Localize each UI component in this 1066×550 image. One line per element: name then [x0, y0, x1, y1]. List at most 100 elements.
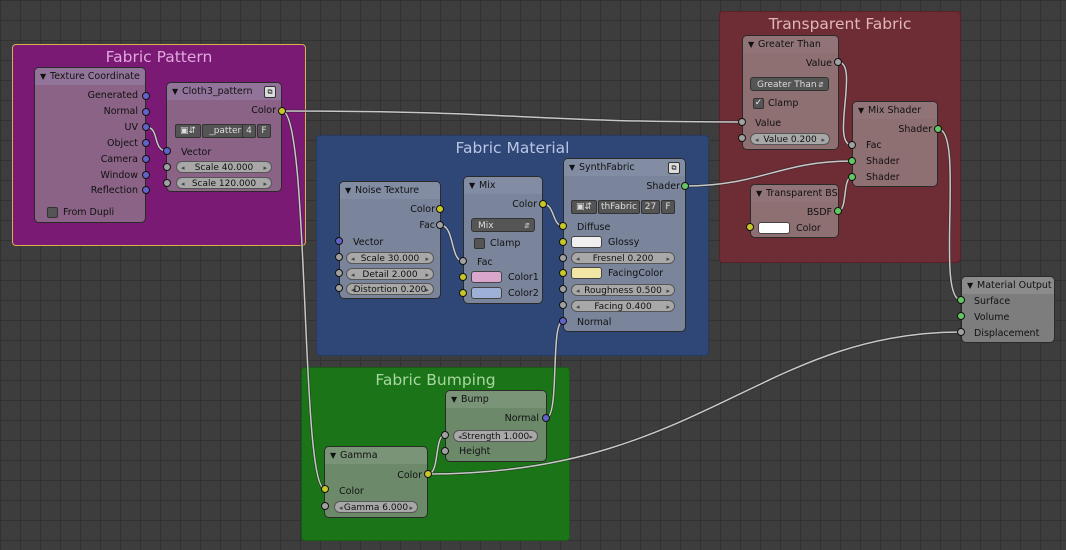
socket-color-out[interactable]: [424, 470, 432, 478]
node-noise-texture[interactable]: ▼ Noise Texture Color Fac Vector ◂ Scale 3…: [339, 181, 441, 299]
socket-surface-in[interactable]: [957, 296, 965, 304]
socket-bsdf-out[interactable]: [834, 207, 842, 215]
node-bump[interactable]: ▼ Bump Normal ◂ Strength 1.000 ▸ Height: [445, 390, 547, 462]
node-transparent-bsdf[interactable]: ▼ Transparent BS BSDF Color: [750, 184, 839, 238]
socket-shader-out[interactable]: [681, 182, 689, 190]
node-header[interactable]: ▼ SynthFabric: [564, 159, 685, 176]
node-material-output[interactable]: ▼ Material Output Surface Volume Displace…: [961, 276, 1055, 343]
datablock-browse-button[interactable]: ▣⇵: [571, 200, 597, 214]
socket-scale2-in[interactable]: [163, 179, 171, 187]
socket-detail-in[interactable]: [335, 269, 343, 277]
socket-height-in[interactable]: [441, 447, 449, 455]
socket-value-out[interactable]: [834, 58, 842, 66]
node-header[interactable]: ▼ Mix Shader: [853, 102, 937, 119]
socket-distortion-in[interactable]: [335, 284, 343, 292]
socket-color1-in[interactable]: [459, 273, 467, 281]
socket-normal-in[interactable]: [559, 317, 567, 325]
group-icon[interactable]: ⧉: [264, 86, 276, 98]
node-mix-shader[interactable]: ▼ Mix Shader Shader Fac Shader Shader: [852, 101, 938, 187]
node-mix[interactable]: ▼ Mix Color Mix ⇵ Clamp Fac Color1 Color2: [463, 176, 543, 304]
node-gamma[interactable]: ▼ Gamma Color Color ◂ Gamma 6.000 ▸: [324, 446, 428, 518]
color2-swatch[interactable]: [471, 287, 502, 299]
increment-arrow-icon[interactable]: ▸: [425, 269, 429, 281]
socket-diffuse-in[interactable]: [559, 222, 567, 230]
socket-shader1-in[interactable]: [848, 157, 856, 165]
decrement-arrow-icon[interactable]: ◂: [576, 253, 580, 265]
decrement-arrow-icon[interactable]: ◂: [181, 162, 185, 174]
socket-color-out[interactable]: [436, 205, 444, 213]
fake-user-button[interactable]: F: [661, 200, 675, 214]
clamp-checkbox[interactable]: ✓: [753, 98, 764, 109]
socket-object[interactable]: [142, 139, 150, 147]
decrement-arrow-icon[interactable]: ◂: [458, 431, 462, 443]
socket-color2-in[interactable]: [459, 289, 467, 297]
socket-camera[interactable]: [142, 155, 150, 163]
from-dupli-checkbox[interactable]: [47, 207, 58, 218]
socket-color-out[interactable]: [539, 200, 547, 208]
socket-strength-in[interactable]: [441, 431, 449, 439]
socket-uv[interactable]: [142, 123, 150, 131]
decrement-arrow-icon[interactable]: ◂: [339, 502, 343, 514]
collapse-triangle-icon[interactable]: ▼: [172, 83, 182, 100]
socket-volume-in[interactable]: [957, 312, 965, 320]
node-synthfabric[interactable]: ▼ SynthFabric ⧉ Shader ▣⇵ thFabric 27 F D…: [563, 158, 686, 332]
collapse-triangle-icon[interactable]: ▼: [469, 177, 479, 194]
collapse-triangle-icon[interactable]: ▼: [345, 182, 355, 199]
node-texture-coordinate[interactable]: ▼ Texture Coordinate Generated Normal UV …: [34, 67, 146, 223]
socket-vector-in[interactable]: [335, 237, 343, 245]
detail-field[interactable]: ◂ Detail 2.000 ▸: [346, 268, 434, 280]
increment-arrow-icon[interactable]: ▸: [821, 134, 825, 146]
socket-color-in[interactable]: [321, 485, 329, 493]
increment-arrow-icon[interactable]: ▸: [263, 178, 267, 190]
collapse-triangle-icon[interactable]: ▼: [451, 391, 461, 408]
fake-user-button[interactable]: F: [257, 124, 271, 138]
socket-normal-out[interactable]: [542, 414, 550, 422]
roughness-field[interactable]: ◂ Roughness 0.500 ▸: [571, 284, 675, 296]
collapse-triangle-icon[interactable]: ▼: [569, 159, 579, 176]
node-header[interactable]: ▼ Transparent BS: [751, 185, 838, 202]
increment-arrow-icon[interactable]: ▸: [529, 431, 533, 443]
decrement-arrow-icon[interactable]: ◂: [755, 134, 759, 146]
decrement-arrow-icon[interactable]: ◂: [351, 269, 355, 281]
socket-shader2-in[interactable]: [848, 173, 856, 181]
socket-facing-color-in[interactable]: [559, 269, 567, 277]
node-header[interactable]: ▼ Greater Than: [743, 36, 838, 53]
glossy-swatch[interactable]: [571, 236, 602, 248]
node-header[interactable]: ▼ Gamma: [325, 447, 427, 464]
socket-facing-in[interactable]: [559, 301, 567, 309]
node-header[interactable]: ▼ Mix: [464, 177, 542, 194]
socket-fac-out[interactable]: [436, 221, 444, 229]
group-icon[interactable]: ⧉: [668, 162, 680, 174]
socket-scale1-in[interactable]: [163, 163, 171, 171]
datablock-browse-button[interactable]: ▣⇵: [175, 124, 201, 138]
socket-value-in[interactable]: [738, 118, 746, 126]
socket-fac-in[interactable]: [848, 141, 856, 149]
fresnel-field[interactable]: ◂ Fresnel 0.200 ▸: [571, 252, 675, 264]
socket-reflection[interactable]: [142, 186, 150, 194]
decrement-arrow-icon[interactable]: ◂: [351, 284, 355, 296]
socket-displacement-in[interactable]: [957, 328, 965, 336]
increment-arrow-icon[interactable]: ▸: [666, 285, 670, 297]
socket-gamma-in[interactable]: [321, 502, 329, 510]
node-header[interactable]: ▼ Material Output: [962, 277, 1054, 294]
decrement-arrow-icon[interactable]: ◂: [576, 285, 580, 297]
socket-vector-in[interactable]: [163, 147, 171, 155]
node-header[interactable]: ▼ Texture Coordinate: [35, 68, 145, 85]
operation-dropdown[interactable]: Greater Than ⇵: [750, 77, 829, 91]
clamp-checkbox[interactable]: [474, 238, 485, 249]
socket-fac-in[interactable]: [459, 257, 467, 265]
strength-field[interactable]: ◂ Strength 1.000 ▸: [453, 430, 538, 442]
socket-value2-in[interactable]: [738, 134, 746, 142]
increment-arrow-icon[interactable]: ▸: [666, 301, 670, 313]
blend-mode-dropdown[interactable]: Mix ⇵: [471, 218, 535, 232]
facing-field[interactable]: ◂ Facing 0.400 ▸: [571, 300, 675, 312]
socket-color-in[interactable]: [746, 223, 754, 231]
increment-arrow-icon[interactable]: ▸: [666, 253, 670, 265]
decrement-arrow-icon[interactable]: ◂: [181, 178, 185, 190]
socket-scale-in[interactable]: [335, 253, 343, 261]
color1-swatch[interactable]: [471, 271, 502, 283]
decrement-arrow-icon[interactable]: ◂: [576, 301, 580, 313]
socket-roughness-in[interactable]: [559, 285, 567, 293]
collapse-triangle-icon[interactable]: ▼: [748, 36, 758, 53]
collapse-triangle-icon[interactable]: ▼: [967, 277, 977, 294]
